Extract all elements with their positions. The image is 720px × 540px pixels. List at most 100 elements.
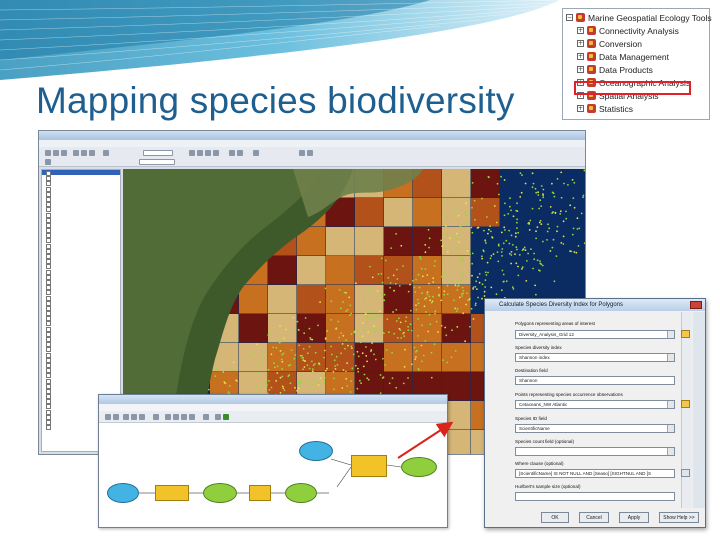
polygons-input[interactable]: Diversity_Analysis_Grid 12 (515, 330, 675, 339)
chevron-down-icon[interactable] (667, 425, 674, 432)
toolbar-new-icon[interactable] (45, 150, 51, 156)
chevron-down-icon[interactable] (667, 354, 674, 361)
observation-point (357, 367, 359, 370)
expand-icon[interactable]: + (577, 40, 584, 47)
toolbar-paste-icon[interactable] (89, 150, 95, 156)
toolbar-zoom-in-icon[interactable] (189, 150, 195, 156)
expand-icon[interactable]: + (577, 105, 584, 112)
observation-point (501, 269, 504, 272)
toolbox-item-conversion[interactable]: + Conversion (577, 38, 642, 49)
toolbar-add-data-icon[interactable] (103, 150, 109, 156)
observation-point (318, 382, 321, 384)
observation-point (265, 383, 268, 386)
model-canvas[interactable] (99, 423, 447, 527)
observation-point (267, 334, 270, 336)
toolbox-item-data-products[interactable]: + Data Products (577, 64, 653, 75)
toolbox-item-connectivity[interactable]: + Connectivity Analysis (577, 25, 679, 36)
observation-point (334, 368, 337, 370)
toolbar-identify-icon[interactable] (237, 150, 243, 156)
toolbar-select-icon[interactable] (229, 150, 235, 156)
grid-cell (297, 314, 326, 343)
grid-cell (355, 285, 384, 314)
model-add-data-icon[interactable] (153, 414, 159, 420)
observation-point (336, 364, 339, 366)
cancel-button[interactable]: Cancel (579, 512, 609, 523)
show-help-button[interactable]: Show Help >> (659, 512, 699, 523)
model-run-icon[interactable] (223, 414, 229, 420)
observation-point (265, 381, 268, 384)
model-input-variable[interactable] (107, 483, 139, 503)
model-tool-create-fishnet[interactable] (155, 485, 189, 501)
where-clause-input[interactable]: [ScientificName] IS NOT NULL AND [Seaso]… (515, 469, 675, 478)
destination-field-input[interactable]: Shannon (515, 376, 675, 385)
model-copy-icon[interactable] (131, 414, 137, 420)
observation-point (350, 345, 353, 348)
toolbar-cut-icon[interactable] (73, 150, 79, 156)
toolbar-copy-icon[interactable] (81, 150, 87, 156)
toolbox-item-data-management[interactable]: + Data Management (577, 51, 669, 62)
model-save-icon[interactable] (105, 414, 111, 420)
model-pan-icon[interactable] (189, 414, 195, 420)
modelbuilder-window (98, 394, 448, 528)
toolbar-save-icon[interactable] (61, 150, 67, 156)
observation-point (515, 246, 518, 249)
observation-point (415, 278, 417, 281)
model-output-fishnet[interactable] (203, 483, 237, 503)
model-output-diversity[interactable] (401, 457, 437, 477)
toolbar-arctoolbox-icon[interactable] (307, 150, 313, 156)
model-zoom-in-icon[interactable] (173, 414, 179, 420)
sql-builder-icon[interactable] (681, 469, 690, 477)
observation-point (341, 343, 344, 345)
dialog-scrollbar[interactable] (681, 312, 692, 508)
grid-cell (442, 285, 471, 314)
hurlbert-input[interactable] (515, 492, 675, 501)
toolbar-open-icon[interactable] (53, 150, 59, 156)
model-zoom-out-icon[interactable] (181, 414, 187, 420)
observation-point (398, 317, 400, 320)
folder-icon[interactable] (681, 400, 690, 408)
toolbar-zoom-out-icon[interactable] (197, 150, 203, 156)
toolbox-root-item[interactable]: − Marine Geospatial Ecology Tools (566, 12, 712, 23)
close-icon[interactable] (690, 301, 702, 309)
toolbar-draw-icon[interactable] (45, 159, 51, 165)
model-input-cetaceans[interactable] (299, 441, 333, 461)
toolbar-editor-icon[interactable] (299, 150, 305, 156)
model-paste-icon[interactable] (139, 414, 145, 420)
model-tool-calculate-diversity[interactable] (351, 455, 387, 477)
model-output-grid[interactable] (285, 483, 317, 503)
toolbox-item-statistics[interactable]: + Statistics (577, 103, 633, 114)
expand-icon[interactable]: + (577, 27, 584, 34)
chevron-down-icon[interactable] (667, 401, 674, 408)
grid-cell (326, 343, 355, 372)
species-count-select[interactable] (515, 447, 675, 456)
toolbar-full-extent-icon[interactable] (213, 150, 219, 156)
observation-point (423, 298, 426, 301)
scale-dropdown[interactable] (143, 150, 173, 156)
layer-dropdown[interactable] (139, 159, 175, 165)
ok-button[interactable]: OK (541, 512, 569, 523)
folder-icon[interactable] (681, 330, 690, 338)
observation-point (371, 276, 374, 279)
diversity-index-select[interactable]: Shannon index (515, 353, 675, 362)
toolbar-pan-icon[interactable] (205, 150, 211, 156)
apply-button[interactable]: Apply (619, 512, 649, 523)
model-print-icon[interactable] (113, 414, 119, 420)
observation-point (374, 358, 377, 361)
collapse-icon[interactable]: − (566, 14, 573, 21)
model-tool-add-field[interactable] (249, 485, 271, 501)
points-input[interactable]: Cetaceans_NW Atlantic (515, 400, 675, 409)
chevron-down-icon[interactable] (667, 331, 674, 338)
model-connect-icon[interactable] (203, 414, 209, 420)
observation-point (446, 361, 449, 364)
toolbar-measure-icon[interactable] (253, 150, 259, 156)
observation-point (437, 286, 440, 289)
chevron-down-icon[interactable] (667, 448, 674, 455)
expand-icon[interactable]: + (577, 66, 584, 73)
species-id-select[interactable]: ScientificName (515, 424, 675, 433)
model-validate-icon[interactable] (215, 414, 221, 420)
expand-icon[interactable]: + (577, 53, 584, 60)
observation-point (484, 271, 487, 274)
observation-point (517, 265, 519, 268)
model-auto-layout-icon[interactable] (165, 414, 171, 420)
model-cut-icon[interactable] (123, 414, 129, 420)
